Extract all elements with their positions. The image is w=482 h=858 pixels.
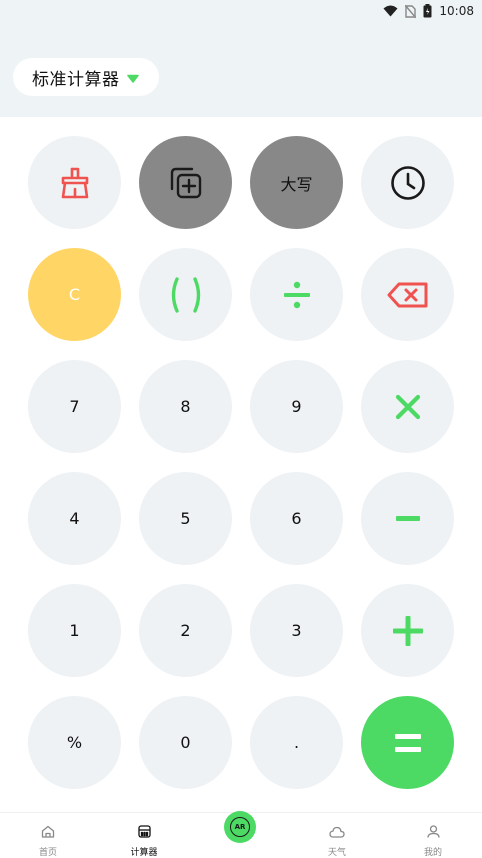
history-button[interactable] (361, 136, 454, 229)
digit-7-button[interactable]: 7 (28, 360, 121, 453)
digit-6-label: 6 (291, 509, 302, 528)
calculator-mode-label: 标准计算器 (32, 69, 120, 90)
dropdown-triangle-icon (126, 68, 139, 87)
ar-button[interactable]: AR (224, 811, 256, 843)
digit-1-button[interactable]: 1 (28, 584, 121, 677)
ar-icon: AR (230, 817, 250, 837)
digit-5-label: 5 (180, 509, 191, 528)
cloud-icon (329, 823, 345, 842)
digit-0-button[interactable]: 0 (139, 696, 232, 789)
nav-item-calculator[interactable]: 计算器 (114, 813, 174, 858)
status-bar: 10:08 (383, 3, 474, 19)
nav-label-home: 首页 (38, 848, 57, 858)
uppercase-convert-label: 大写 (280, 174, 313, 194)
divide-button[interactable] (250, 248, 343, 341)
equals-button[interactable] (361, 696, 454, 789)
battery-icon (423, 4, 432, 18)
copy-add-button[interactable] (139, 136, 232, 229)
status-time: 10:08 (439, 4, 474, 18)
minus-button[interactable] (361, 472, 454, 565)
parentheses-button[interactable] (139, 248, 232, 341)
digit-0-label: 0 (180, 733, 191, 752)
multiply-icon (395, 394, 421, 420)
digit-9-label: 9 (291, 397, 302, 416)
backspace-icon (387, 281, 429, 309)
digit-7-label: 7 (69, 397, 80, 416)
equals-icon (394, 733, 421, 753)
header: 10:08 标准计算器 (0, 0, 482, 117)
clear-button-label: C (68, 285, 81, 304)
uppercase-convert-button[interactable]: 大写 (250, 136, 343, 229)
ar-label: AR (234, 823, 246, 831)
parentheses-icon (169, 276, 203, 314)
digit-5-button[interactable]: 5 (139, 472, 232, 565)
digit-8-label: 8 (180, 397, 191, 416)
digit-3-label: 3 (291, 621, 302, 640)
clear-button[interactable]: C (28, 248, 121, 341)
nav-item-weather[interactable]: 天气 (307, 813, 367, 858)
digit-6-button[interactable]: 6 (250, 472, 343, 565)
nav-label-calculator: 计算器 (130, 848, 158, 858)
copy-add-icon (168, 165, 204, 201)
nav-item-mine[interactable]: 我的 (403, 813, 463, 858)
digit-9-button[interactable]: 9 (250, 360, 343, 453)
plus-button[interactable] (361, 584, 454, 677)
nav-label-weather: 天气 (327, 848, 346, 858)
digit-3-button[interactable]: 3 (250, 584, 343, 677)
calculator-icon (137, 823, 151, 842)
digit-1-label: 1 (69, 621, 80, 640)
digit-2-label: 2 (180, 621, 191, 640)
minus-icon (395, 515, 420, 522)
nav-item-home[interactable]: 首页 (18, 813, 78, 858)
multiply-button[interactable] (361, 360, 454, 453)
backspace-button[interactable] (361, 248, 454, 341)
home-icon (41, 823, 55, 842)
plus-icon (392, 615, 423, 646)
no-sim-icon (405, 4, 417, 18)
digit-4-button[interactable]: 4 (28, 472, 121, 565)
digit-8-button[interactable]: 8 (139, 360, 232, 453)
broom-icon (58, 166, 92, 200)
decimal-point-button[interactable]: . (250, 696, 343, 789)
decimal-point-label: . (293, 733, 300, 752)
percent-label: % (66, 733, 83, 752)
nav-label-mine: 我的 (423, 848, 442, 858)
wifi-icon (383, 5, 398, 17)
percent-button[interactable]: % (28, 696, 121, 789)
digit-2-button[interactable]: 2 (139, 584, 232, 677)
user-icon (426, 823, 440, 842)
digit-4-label: 4 (69, 509, 80, 528)
divide-icon (283, 280, 311, 310)
clock-icon (390, 165, 426, 201)
calculator-mode-selector[interactable]: 标准计算器 (13, 58, 159, 96)
clear-history-broom-button[interactable] (28, 136, 121, 229)
